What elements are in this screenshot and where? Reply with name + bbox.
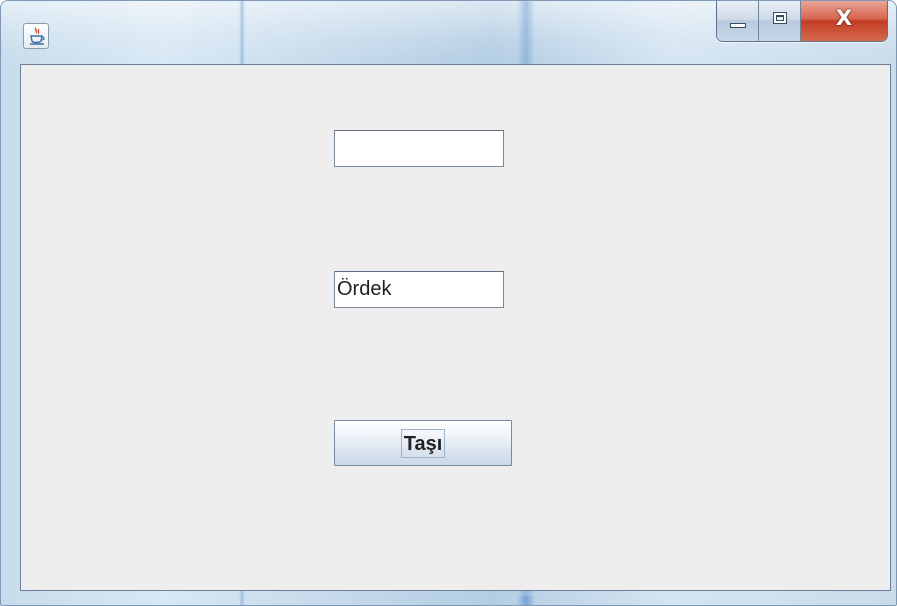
window-caption-buttons: X xyxy=(716,1,888,42)
title-bar[interactable]: X xyxy=(1,1,896,605)
content-panel: Taşı xyxy=(20,64,891,591)
maximize-button[interactable] xyxy=(759,1,801,41)
move-button[interactable]: Taşı xyxy=(334,420,512,466)
aero-glass-reflection xyxy=(517,596,535,605)
minimize-icon xyxy=(730,23,746,28)
animal-name-field[interactable] xyxy=(334,271,504,308)
application-window: X Taşı xyxy=(0,0,897,606)
move-button-label: Taşı xyxy=(400,428,446,458)
close-button[interactable]: X xyxy=(801,1,887,41)
minimize-button[interactable] xyxy=(717,1,759,41)
close-icon: X xyxy=(835,6,853,30)
top-text-field[interactable] xyxy=(334,130,504,167)
java-cup-icon[interactable] xyxy=(23,23,49,49)
maximize-icon xyxy=(773,12,787,24)
